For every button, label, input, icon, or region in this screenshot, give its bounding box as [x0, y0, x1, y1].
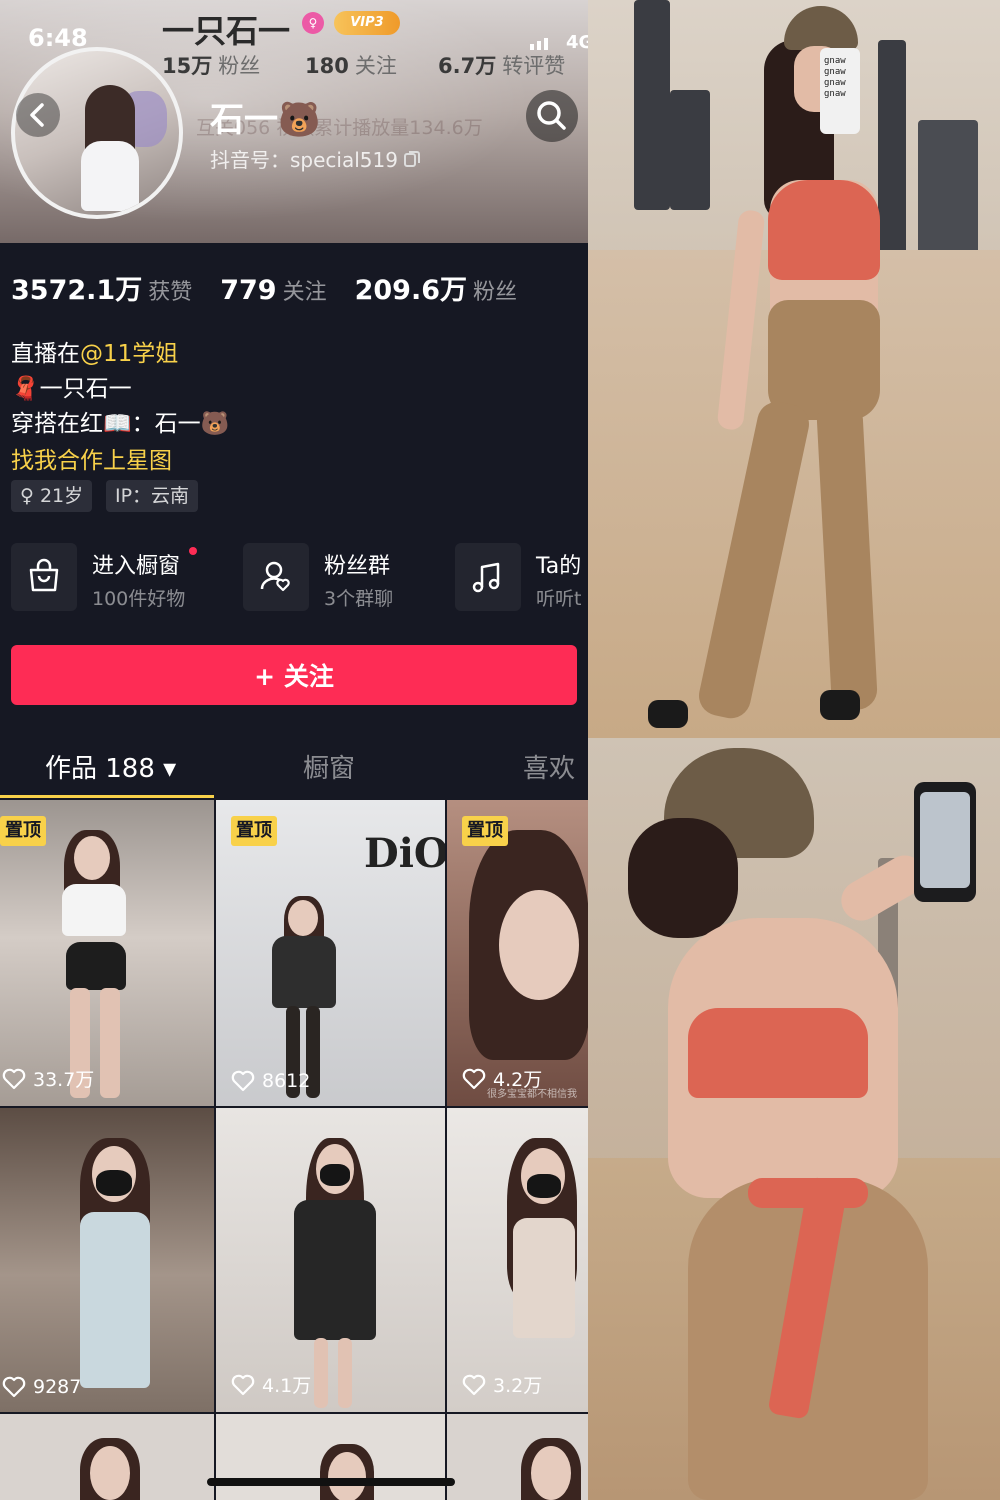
feature-title: 进入橱窗 [92, 554, 181, 579]
profile-name: 石一🐻 [210, 100, 321, 140]
heart-icon [2, 1068, 26, 1089]
active-tab-indicator [0, 795, 214, 798]
follow-button[interactable]: + 关注 [11, 645, 577, 705]
feature-title: 粉丝群 [324, 554, 391, 579]
group-chat-icon [260, 561, 290, 592]
video-like-count: 9287 [2, 1376, 81, 1398]
heart-icon [462, 1374, 486, 1395]
search-button[interactable] [526, 90, 578, 142]
gym-mirror-photo: gnaw gnaw gnaw gnaw [588, 0, 1000, 738]
video-like-count: 8612 [231, 1070, 310, 1092]
heart-icon [231, 1374, 255, 1395]
age-tag: ♀ 21岁 [11, 480, 93, 512]
tab-likes[interactable]: 喜欢 [523, 748, 575, 785]
video-thumbnail[interactable]: 9287 [0, 1108, 214, 1412]
bio-line: 穿搭在红📖：石一🐻 [11, 411, 230, 437]
music-entry[interactable]: Ta的 听听t [455, 543, 588, 611]
stat-likes[interactable]: 3572.1万 获赞 [11, 268, 192, 307]
header-ghost-stat: 180 关注 [305, 54, 397, 78]
video-thumbnail[interactable]: DiO 置顶 8612 [216, 800, 445, 1106]
video-thumbnail[interactable] [216, 1414, 445, 1500]
pinned-badge: 置顶 [462, 816, 508, 846]
pinned-badge: 置顶 [0, 816, 46, 846]
header-ghost-stat: 15万 粉丝 [162, 54, 261, 78]
stat-following[interactable]: 779 关注 [220, 274, 326, 306]
video-thumbnail[interactable] [447, 1414, 588, 1500]
storefront-entry[interactable]: 进入橱窗 100件好物 [11, 543, 231, 611]
ip-location-tag: IP：云南 [106, 480, 199, 512]
tab-storefront[interactable]: 橱窗 [303, 748, 355, 785]
bio-line: 🧣一只石一 [11, 376, 132, 402]
brand-overlay-text: DiO [364, 830, 445, 877]
douyin-id-text: 抖音号：special519 [210, 148, 398, 172]
video-like-count: 33.7万 [2, 1065, 94, 1092]
tab-works[interactable]: 作品 188 ▾ [45, 748, 176, 785]
network-label: 4G [566, 32, 588, 53]
stat-followers[interactable]: 209.6万 粉丝 [355, 268, 517, 307]
video-thumbnail[interactable]: 置顶 33.7万 [0, 800, 214, 1106]
video-like-count: 3.2万 [462, 1371, 542, 1398]
feature-subtitle: 100件好物 [92, 588, 186, 610]
video-caption: 很多宝宝都不相信我 [487, 1089, 577, 1100]
phone-case: gnaw gnaw gnaw gnaw [820, 48, 860, 134]
vip-badge: VIP3 [334, 11, 400, 35]
feature-title: Ta的 [536, 554, 582, 579]
signal-icon [530, 38, 548, 50]
notification-dot [189, 547, 197, 555]
video-like-count: 4.1万 [231, 1371, 311, 1398]
pinned-badge: 置顶 [231, 816, 277, 846]
video-thumbnail[interactable]: 3.2万 [447, 1108, 588, 1412]
header-ghost-stat: 6.7万 转评赞 [438, 54, 566, 78]
copy-icon[interactable] [403, 150, 420, 168]
feature-subtitle: 听听t [536, 588, 582, 610]
heart-icon [231, 1070, 255, 1092]
bio-cooperation-link[interactable]: 找我合作上星图 [11, 441, 172, 475]
music-note-icon [472, 562, 500, 593]
shopping-bag-icon [29, 558, 59, 592]
feature-subtitle: 3个群聊 [324, 588, 394, 610]
search-icon [537, 101, 566, 130]
home-indicator [207, 1478, 455, 1486]
profile-stats: 3572.1万 获赞 779 关注 209.6万 粉丝 [11, 268, 545, 307]
bio-mention-link[interactable]: @11学姐 [80, 341, 178, 367]
gym-back-photo [588, 738, 1000, 1500]
fan-group-entry[interactable]: 粉丝群 3个群聊 [243, 543, 443, 611]
video-thumbnail[interactable]: 4.1万 [216, 1108, 445, 1412]
header-ghost-name: 一只石一 [162, 12, 291, 50]
phone-in-hand [914, 782, 976, 902]
heart-icon [462, 1068, 486, 1089]
chevron-left-icon [30, 103, 44, 127]
back-button[interactable] [16, 93, 60, 137]
heart-icon [2, 1376, 26, 1398]
bio-line: 直播在@11学姐 [11, 341, 179, 367]
gender-badge-icon: ♀ [302, 12, 324, 34]
video-thumbnail[interactable] [0, 1414, 214, 1500]
douyin-id[interactable]: 抖音号：special519 [210, 144, 420, 173]
video-thumbnail[interactable]: 置顶 4.2万 很多宝宝都不相信我 [447, 800, 588, 1106]
profile-screen: 一只石一 ♀ VIP3 15万 粉丝 180 关注 6.7万 转评赞 互关056 视频… [0, 0, 588, 1500]
